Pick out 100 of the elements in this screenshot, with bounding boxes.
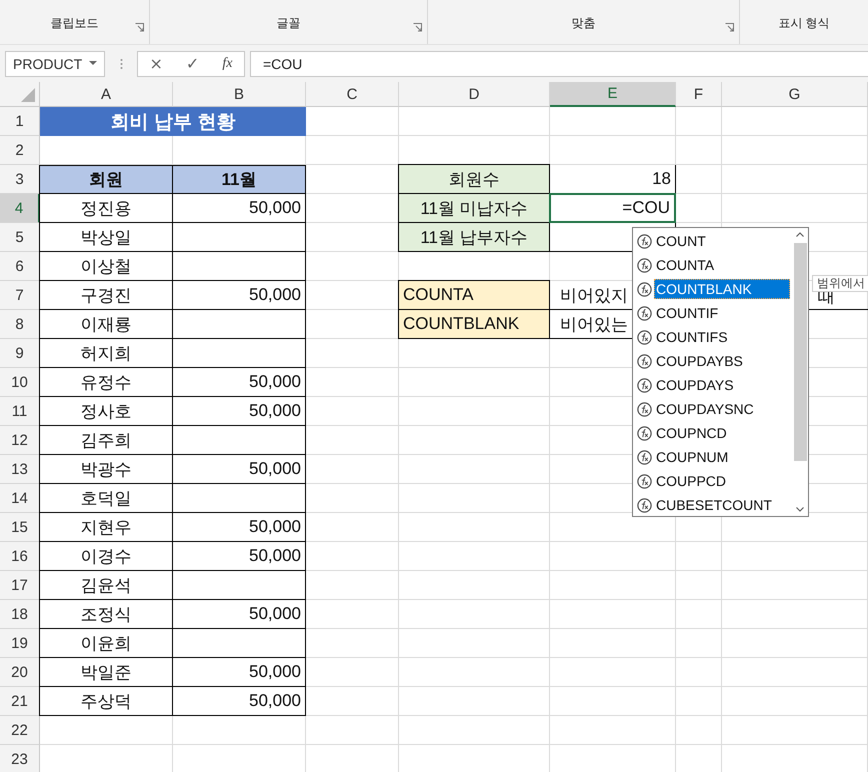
amount-cell: 50,000	[173, 687, 306, 716]
function-icon	[637, 282, 652, 296]
row-header[interactable]: 21	[0, 687, 40, 716]
insert-function-button[interactable]: fx	[219, 56, 236, 72]
row-header[interactable]: 11	[0, 397, 40, 426]
member-name: 이재룡	[39, 310, 173, 339]
scroll-down-icon[interactable]	[796, 507, 804, 512]
row-header[interactable]: 7	[0, 281, 40, 310]
grip-icon	[120, 58, 123, 70]
row-header[interactable]: 6	[0, 252, 40, 281]
function-icon	[637, 474, 652, 488]
function-option[interactable]: COUPDAYBS	[654, 351, 745, 371]
function-option[interactable]: COUPNUM	[654, 447, 730, 467]
function-icon	[637, 354, 652, 368]
member-name: 허지희	[39, 339, 173, 368]
row-header[interactable]: 10	[0, 368, 40, 397]
enter-button[interactable]: ✓	[182, 54, 202, 73]
row-header[interactable]: 9	[0, 339, 40, 368]
column-heading: 11월	[172, 165, 306, 194]
member-name: 이윤희	[39, 629, 173, 658]
stat-label: 회원수	[398, 164, 550, 194]
row-header[interactable]: 4	[0, 194, 40, 223]
function-icon	[637, 426, 652, 440]
function-option[interactable]: COUNT	[654, 231, 708, 251]
function-icon	[637, 234, 652, 248]
caret-icon	[89, 61, 97, 66]
member-name: 김주희	[39, 426, 173, 455]
row-header[interactable]: 14	[0, 484, 40, 513]
member-name: 김윤석	[39, 571, 173, 600]
column-header[interactable]: A	[40, 82, 173, 107]
amount-cell: 50,000	[173, 397, 306, 426]
row-header[interactable]: 2	[0, 136, 40, 165]
row-header[interactable]: 22	[0, 716, 40, 745]
row-header[interactable]: 20	[0, 658, 40, 687]
column-header[interactable]: B	[173, 82, 306, 107]
row-header[interactable]: 8	[0, 310, 40, 339]
column-header[interactable]: F	[676, 82, 722, 107]
column-header[interactable]: E	[550, 82, 676, 107]
member-name: 유정수	[39, 368, 173, 397]
row-header[interactable]: 3	[0, 165, 40, 194]
function-icon	[637, 450, 652, 464]
function-icon	[637, 330, 652, 344]
column-header[interactable]: G	[722, 82, 868, 107]
name-box[interactable]: PRODUCT	[5, 50, 105, 76]
row-header[interactable]: 15	[0, 513, 40, 542]
amount-cell: 50,000	[173, 658, 306, 687]
amount-cell: 50,000	[173, 281, 306, 310]
row-header[interactable]: 23	[0, 745, 40, 772]
function-option[interactable]: COUPDAYSNC	[654, 399, 756, 419]
row-header[interactable]: 13	[0, 455, 40, 484]
row-header[interactable]: 19	[0, 629, 40, 658]
function-option[interactable]: COUPPCD	[654, 471, 728, 491]
member-name: 박일준	[39, 658, 173, 687]
function-option[interactable]: CUBESETCOUNT	[654, 495, 774, 515]
formula-field[interactable]: =COU	[250, 50, 868, 76]
row-header[interactable]: 16	[0, 542, 40, 571]
column-heading: 회원	[39, 165, 173, 194]
function-option[interactable]: COUNTBLANK	[654, 279, 790, 299]
function-option[interactable]: COUPDAYS	[654, 375, 736, 395]
function-icon	[637, 306, 652, 320]
member-name: 이경수	[39, 542, 173, 571]
dialog-launcher-icon[interactable]	[413, 23, 422, 32]
column-header[interactable]: C	[306, 82, 399, 107]
ribbon-group-label: 표시 형식	[778, 15, 830, 32]
row-header[interactable]: 12	[0, 426, 40, 455]
amount-cell: 50,000	[173, 542, 306, 571]
row-header[interactable]: 5	[0, 223, 40, 252]
amount-cell: 50,000	[173, 600, 306, 629]
ribbon-group-label: 클립보드	[50, 15, 98, 32]
ribbon-group-label: 맞춤	[572, 15, 596, 32]
corner-triangle-icon	[21, 88, 35, 102]
function-icon	[637, 378, 652, 392]
row-header[interactable]: 17	[0, 571, 40, 600]
member-name: 정사호	[39, 397, 173, 426]
member-name: 정진용	[39, 194, 173, 223]
row-header[interactable]: 18	[0, 600, 40, 629]
amount-cell: 50,000	[173, 455, 306, 484]
function-name: COUNTBLANK	[398, 309, 550, 339]
stat-value-cell[interactable]: =COU	[549, 193, 676, 223]
row-header[interactable]: 1	[0, 107, 40, 136]
ribbon-group-label: 글꼴	[276, 15, 300, 32]
column-header[interactable]: D	[399, 82, 550, 107]
dialog-launcher-icon[interactable]	[135, 23, 144, 32]
function-option[interactable]: COUPNCD	[654, 423, 729, 443]
member-name: 주상덕	[39, 687, 173, 716]
member-name: 조정식	[39, 600, 173, 629]
member-name: 박상일	[39, 223, 173, 252]
function-option[interactable]: COUNTA	[654, 255, 716, 275]
function-icon	[637, 402, 652, 416]
dialog-launcher-icon[interactable]	[725, 23, 734, 32]
member-name: 호덕일	[39, 484, 173, 513]
member-name: 지현우	[39, 513, 173, 542]
scroll-up-icon[interactable]	[796, 232, 804, 237]
tooltip: 범위에서	[812, 275, 868, 292]
function-icon	[637, 498, 652, 512]
member-name: 박광수	[39, 455, 173, 484]
amount-cell: 50,000	[173, 513, 306, 542]
stat-label: 11월 미납자수	[398, 193, 550, 223]
function-name: COUNTA	[398, 280, 550, 310]
cancel-button[interactable]: ×	[146, 54, 166, 73]
